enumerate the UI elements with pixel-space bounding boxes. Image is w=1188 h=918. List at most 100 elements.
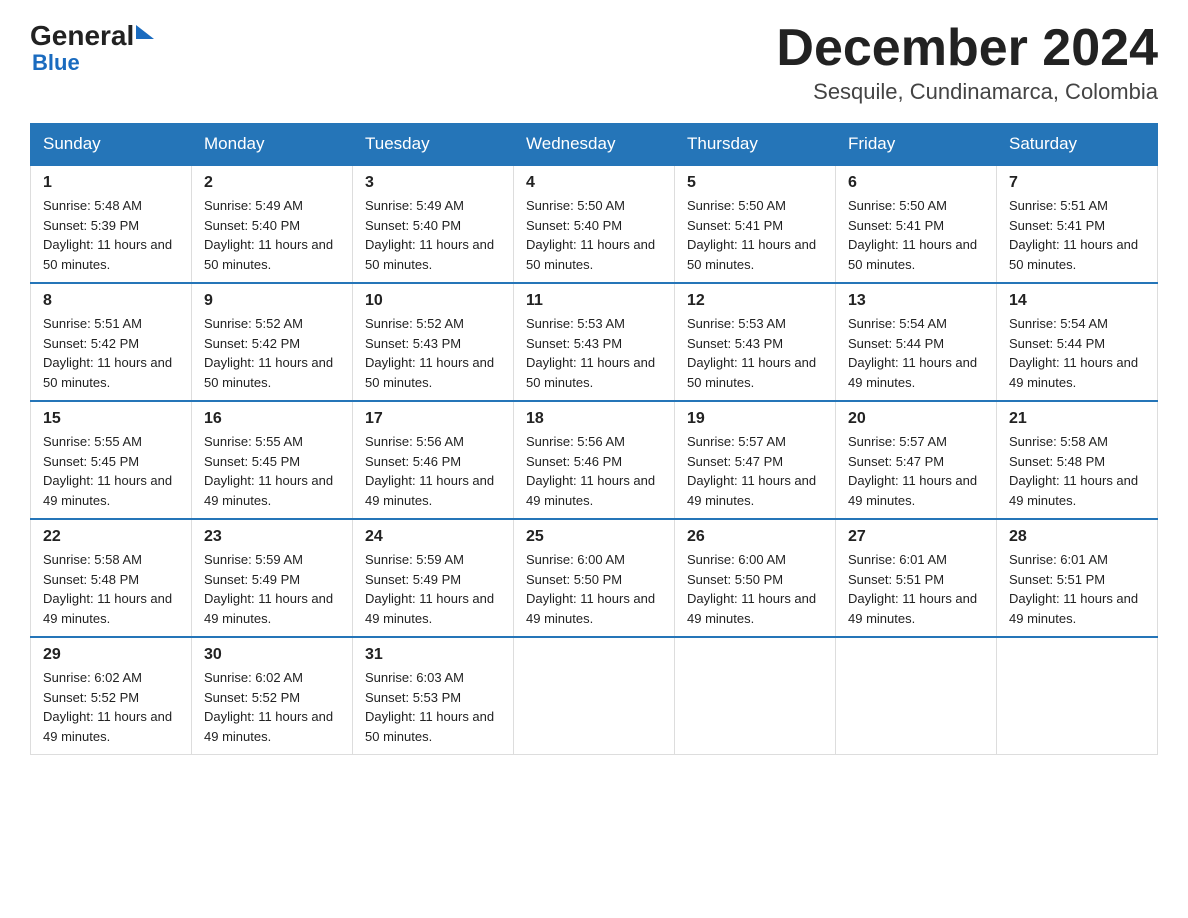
day-cell (675, 637, 836, 755)
day-number: 28 (1009, 528, 1147, 546)
day-number: 10 (365, 292, 503, 310)
col-header-thursday: Thursday (675, 124, 836, 166)
week-row-1: 1 Sunrise: 5:48 AMSunset: 5:39 PMDaylight… (31, 165, 1158, 283)
day-info: Sunrise: 5:50 AMSunset: 5:41 PMDaylight:… (848, 196, 986, 274)
day-number: 17 (365, 410, 503, 428)
day-info: Sunrise: 6:03 AMSunset: 5:53 PMDaylight:… (365, 668, 503, 746)
day-info: Sunrise: 5:50 AMSunset: 5:40 PMDaylight:… (526, 196, 664, 274)
day-cell: 29 Sunrise: 6:02 AMSunset: 5:52 PMDayligh… (31, 637, 192, 755)
day-info: Sunrise: 5:51 AMSunset: 5:41 PMDaylight:… (1009, 196, 1147, 274)
col-header-tuesday: Tuesday (353, 124, 514, 166)
day-number: 21 (1009, 410, 1147, 428)
day-number: 12 (687, 292, 825, 310)
col-header-monday: Monday (192, 124, 353, 166)
day-cell: 16 Sunrise: 5:55 AMSunset: 5:45 PMDayligh… (192, 401, 353, 519)
day-number: 29 (43, 646, 181, 664)
day-info: Sunrise: 5:56 AMSunset: 5:46 PMDaylight:… (365, 432, 503, 510)
day-info: Sunrise: 5:53 AMSunset: 5:43 PMDaylight:… (687, 314, 825, 392)
day-number: 24 (365, 528, 503, 546)
day-cell: 23 Sunrise: 5:59 AMSunset: 5:49 PMDayligh… (192, 519, 353, 637)
day-cell: 9Sunrise: 5:52 AMSunset: 5:42 PMDaylight… (192, 283, 353, 401)
day-cell: 13Sunrise: 5:54 AMSunset: 5:44 PMDayligh… (836, 283, 997, 401)
day-number: 13 (848, 292, 986, 310)
day-number: 26 (687, 528, 825, 546)
week-row-4: 22 Sunrise: 5:58 AMSunset: 5:48 PMDayligh… (31, 519, 1158, 637)
day-number: 6 (848, 174, 986, 192)
week-row-2: 8Sunrise: 5:51 AMSunset: 5:42 PMDaylight… (31, 283, 1158, 401)
logo-blue-text: Blue (32, 50, 154, 76)
day-info: Sunrise: 5:58 AMSunset: 5:48 PMDaylight:… (43, 550, 181, 628)
day-number: 30 (204, 646, 342, 664)
day-cell: 22 Sunrise: 5:58 AMSunset: 5:48 PMDayligh… (31, 519, 192, 637)
day-number: 25 (526, 528, 664, 546)
logo-triangle-icon (136, 25, 154, 39)
day-info: Sunrise: 5:55 AMSunset: 5:45 PMDaylight:… (204, 432, 342, 510)
col-header-friday: Friday (836, 124, 997, 166)
day-number: 7 (1009, 174, 1147, 192)
day-number: 4 (526, 174, 664, 192)
day-cell: 21 Sunrise: 5:58 AMSunset: 5:48 PMDayligh… (997, 401, 1158, 519)
day-cell: 1 Sunrise: 5:48 AMSunset: 5:39 PMDaylight… (31, 165, 192, 283)
day-cell (514, 637, 675, 755)
day-number: 1 (43, 174, 181, 192)
day-cell: 28 Sunrise: 6:01 AMSunset: 5:51 PMDayligh… (997, 519, 1158, 637)
day-info: Sunrise: 5:49 AMSunset: 5:40 PMDaylight:… (204, 196, 342, 274)
day-cell: 26Sunrise: 6:00 AMSunset: 5:50 PMDayligh… (675, 519, 836, 637)
day-cell: 2 Sunrise: 5:49 AMSunset: 5:40 PMDaylight… (192, 165, 353, 283)
day-number: 16 (204, 410, 342, 428)
day-info: Sunrise: 5:57 AMSunset: 5:47 PMDaylight:… (848, 432, 986, 510)
month-title: December 2024 (776, 20, 1158, 77)
day-number: 3 (365, 174, 503, 192)
day-cell: 18Sunrise: 5:56 AMSunset: 5:46 PMDayligh… (514, 401, 675, 519)
day-info: Sunrise: 6:02 AMSunset: 5:52 PMDaylight:… (204, 668, 342, 746)
day-info: Sunrise: 5:58 AMSunset: 5:48 PMDaylight:… (1009, 432, 1147, 510)
day-cell: 3 Sunrise: 5:49 AMSunset: 5:40 PMDaylight… (353, 165, 514, 283)
day-info: Sunrise: 6:01 AMSunset: 5:51 PMDaylight:… (1009, 550, 1147, 628)
day-cell: 10 Sunrise: 5:52 AMSunset: 5:43 PMDayligh… (353, 283, 514, 401)
day-number: 19 (687, 410, 825, 428)
day-number: 22 (43, 528, 181, 546)
day-cell: 8Sunrise: 5:51 AMSunset: 5:42 PMDaylight… (31, 283, 192, 401)
day-number: 2 (204, 174, 342, 192)
logo: General Blue (30, 20, 154, 76)
day-info: Sunrise: 6:00 AMSunset: 5:50 PMDaylight:… (526, 550, 664, 628)
day-cell: 24 Sunrise: 5:59 AMSunset: 5:49 PMDayligh… (353, 519, 514, 637)
logo-general-text: General (30, 20, 134, 52)
day-number: 31 (365, 646, 503, 664)
day-info: Sunrise: 5:48 AMSunset: 5:39 PMDaylight:… (43, 196, 181, 274)
day-number: 23 (204, 528, 342, 546)
day-number: 9 (204, 292, 342, 310)
day-info: Sunrise: 5:52 AMSunset: 5:43 PMDaylight:… (365, 314, 503, 392)
day-info: Sunrise: 5:59 AMSunset: 5:49 PMDaylight:… (204, 550, 342, 628)
day-info: Sunrise: 5:59 AMSunset: 5:49 PMDaylight:… (365, 550, 503, 628)
week-row-3: 15 Sunrise: 5:55 AMSunset: 5:45 PMDayligh… (31, 401, 1158, 519)
header-row: SundayMondayTuesdayWednesdayThursdayFrid… (31, 124, 1158, 166)
day-number: 20 (848, 410, 986, 428)
day-cell (836, 637, 997, 755)
col-header-saturday: Saturday (997, 124, 1158, 166)
logo-row1: General (30, 20, 154, 52)
day-cell: 31 Sunrise: 6:03 AMSunset: 5:53 PMDayligh… (353, 637, 514, 755)
week-row-5: 29 Sunrise: 6:02 AMSunset: 5:52 PMDayligh… (31, 637, 1158, 755)
day-cell: 25 Sunrise: 6:00 AMSunset: 5:50 PMDayligh… (514, 519, 675, 637)
day-number: 8 (43, 292, 181, 310)
day-info: Sunrise: 5:53 AMSunset: 5:43 PMDaylight:… (526, 314, 664, 392)
day-cell: 4 Sunrise: 5:50 AMSunset: 5:40 PMDaylight… (514, 165, 675, 283)
day-cell: 14Sunrise: 5:54 AMSunset: 5:44 PMDayligh… (997, 283, 1158, 401)
day-info: Sunrise: 5:50 AMSunset: 5:41 PMDaylight:… (687, 196, 825, 274)
day-number: 5 (687, 174, 825, 192)
day-cell: 6 Sunrise: 5:50 AMSunset: 5:41 PMDaylight… (836, 165, 997, 283)
day-info: Sunrise: 5:57 AMSunset: 5:47 PMDaylight:… (687, 432, 825, 510)
day-cell: 20 Sunrise: 5:57 AMSunset: 5:47 PMDayligh… (836, 401, 997, 519)
col-header-sunday: Sunday (31, 124, 192, 166)
day-cell: 15Sunrise: 5:55 AMSunset: 5:45 PMDayligh… (31, 401, 192, 519)
calendar-table: SundayMondayTuesdayWednesdayThursdayFrid… (30, 123, 1158, 755)
day-number: 11 (526, 292, 664, 310)
page-header: General Blue December 2024 Sesquile, Cun… (30, 20, 1158, 105)
day-info: Sunrise: 6:02 AMSunset: 5:52 PMDaylight:… (43, 668, 181, 746)
day-number: 27 (848, 528, 986, 546)
day-info: Sunrise: 5:49 AMSunset: 5:40 PMDaylight:… (365, 196, 503, 274)
location-subtitle: Sesquile, Cundinamarca, Colombia (776, 79, 1158, 105)
day-number: 15 (43, 410, 181, 428)
day-cell: 19 Sunrise: 5:57 AMSunset: 5:47 PMDayligh… (675, 401, 836, 519)
